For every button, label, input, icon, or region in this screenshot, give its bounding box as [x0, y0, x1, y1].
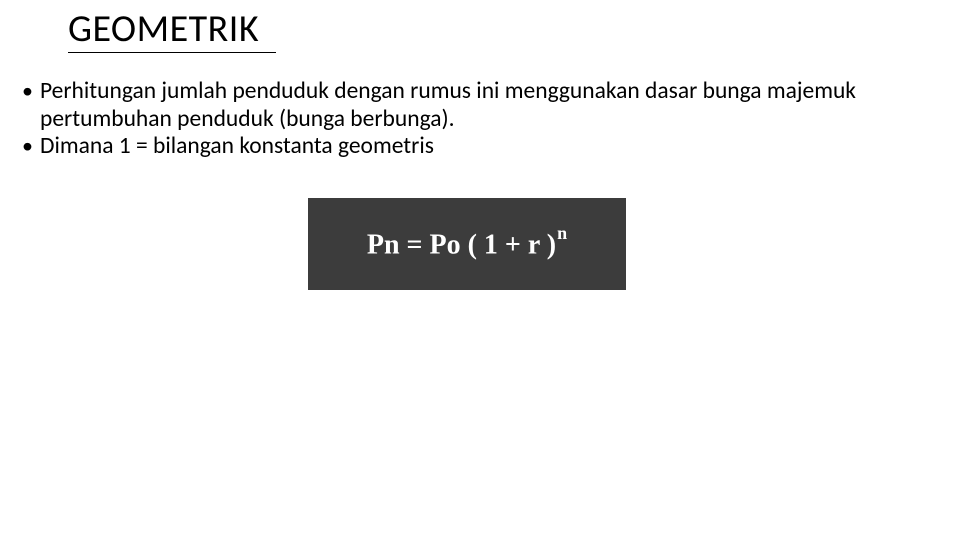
formula-exponent: n [557, 223, 567, 243]
slide-title: GEOMETRIK [68, 6, 259, 52]
formula-base: Pn = Po ( 1 + r ) [367, 229, 556, 260]
body-text: Perhitungan jumlah penduduk dengan rumus… [22, 78, 920, 161]
list-item: Dimana 1 = bilangan konstanta geometris [22, 133, 920, 161]
slide: GEOMETRIK Perhitungan jumlah penduduk de… [0, 0, 960, 540]
bullet-list: Perhitungan jumlah penduduk dengan rumus… [22, 78, 920, 161]
title-underline [68, 52, 276, 53]
list-item: Perhitungan jumlah penduduk dengan rumus… [22, 78, 920, 133]
formula-box: Pn = Po ( 1 + r )n [308, 198, 626, 290]
formula: Pn = Po ( 1 + r )n [367, 227, 567, 261]
